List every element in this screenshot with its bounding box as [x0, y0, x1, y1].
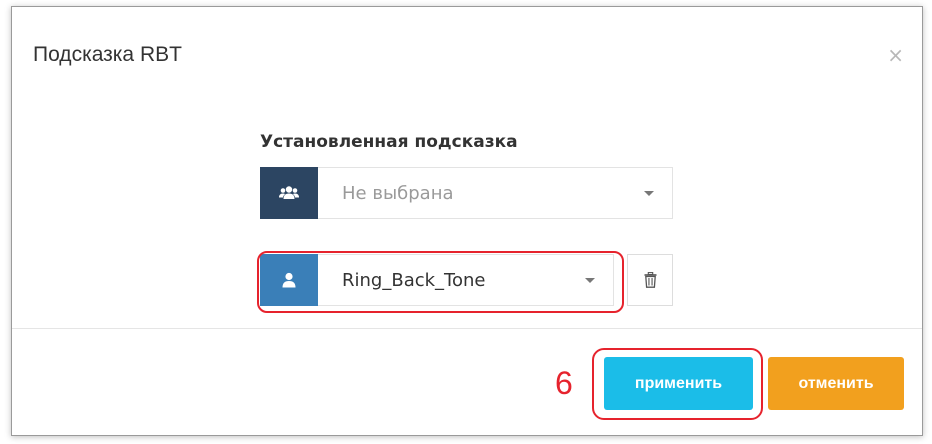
delete-button[interactable]: [627, 254, 673, 306]
users-icon: [260, 167, 318, 219]
group-prompt-value: Не выбрана: [342, 182, 454, 204]
cancel-button[interactable]: отменить: [768, 357, 904, 410]
close-icon[interactable]: ×: [887, 45, 904, 65]
chevron-down-icon: [644, 190, 654, 196]
apply-button[interactable]: применить: [604, 357, 753, 410]
step-number: 6: [555, 365, 573, 401]
group-prompt-select[interactable]: Не выбрана: [318, 167, 673, 219]
group-select-row: Не выбрана: [260, 167, 673, 219]
footer-divider: [12, 328, 922, 329]
select-highlight: [257, 251, 624, 313]
dialog-title: Подсказка RBT: [33, 43, 182, 66]
section-label: Установленная подсказка: [260, 132, 518, 152]
rbt-dialog: Подсказка RBT × Установленная подсказка …: [11, 6, 923, 436]
trash-icon: [644, 272, 656, 288]
